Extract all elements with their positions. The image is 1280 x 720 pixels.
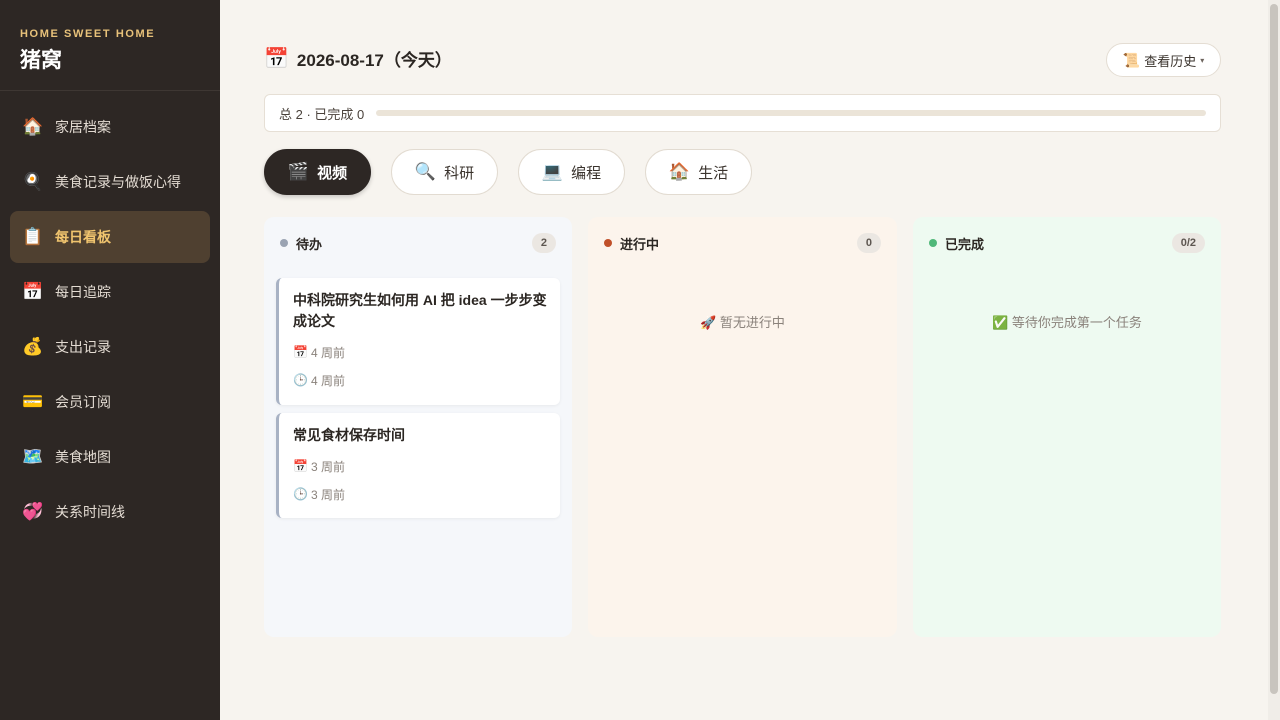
empty-state: ✅ 等待你完成第一个任务 <box>992 315 1142 330</box>
status-dot <box>604 239 612 247</box>
column-title: 已完成 <box>945 236 985 252</box>
tab-label: 编程 <box>571 164 602 182</box>
column-count-badge: 2 <box>531 233 556 253</box>
sidebar-item-daily-board[interactable]: 📋 每日看板 <box>10 211 210 263</box>
empty-state: 🚀 暂无进行中 <box>700 315 785 330</box>
calendar-icon: 📅 <box>293 345 308 359</box>
credit-card-icon: 💳 <box>22 392 44 411</box>
laptop-icon: 💻 <box>541 162 564 181</box>
task-created: 📅 3 周前 <box>293 458 548 474</box>
money-bag-icon: 💰 <box>22 337 44 356</box>
summary-bar: 总 2 · 已完成 0 <box>264 94 1221 132</box>
hearts-icon: 💞 <box>22 502 44 521</box>
brand-subtitle: HOME SWEET HOME <box>20 28 156 40</box>
column-title: 待办 <box>296 236 323 252</box>
calendar-icon: 📅 <box>293 459 308 473</box>
chevron-down-icon: ▾ <box>1200 55 1205 65</box>
column-done: 已完成 0/2 ✅ 等待你完成第一个任务 <box>913 217 1221 637</box>
sidebar-nav: 🏠 家居档案 🍳 美食记录与做饭心得 📋 每日看板 📅 每日追踪 💰 支出记录 … <box>0 91 220 538</box>
task-title: 常见食材保存时间 <box>293 427 405 443</box>
sidebar-item-food-notes[interactable]: 🍳 美食记录与做饭心得 <box>10 156 210 208</box>
sidebar-item-expenses[interactable]: 💰 支出记录 <box>10 321 210 373</box>
status-dot <box>929 239 937 247</box>
frying-pan-icon: 🍳 <box>22 172 44 191</box>
task-card[interactable]: 常见食材保存时间 📅 3 周前 🕒 3 周前 <box>276 413 560 518</box>
view-history-label: 查看历史 <box>1144 53 1197 69</box>
view-history-button[interactable]: 📜 查看历史 ▾ <box>1106 43 1221 77</box>
tab-video[interactable]: 🎬 视频 <box>264 149 371 195</box>
sidebar-item-food-map[interactable]: 🗺️ 美食地图 <box>10 431 210 483</box>
task-updated-text: 4 周前 <box>310 373 345 388</box>
tab-programming[interactable]: 💻 编程 <box>518 149 625 195</box>
scroll-icon: 📜 <box>1122 51 1141 68</box>
clipboard-icon: 📋 <box>22 227 44 246</box>
tab-research[interactable]: 🔍 科研 <box>391 149 498 195</box>
task-created-text: 4 周前 <box>310 345 345 360</box>
sidebar-item-label: 家居档案 <box>55 119 111 135</box>
task-updated-text: 3 周前 <box>310 487 345 502</box>
sidebar-item-subscriptions[interactable]: 💳 会员订阅 <box>10 376 210 428</box>
task-created-text: 3 周前 <box>310 459 345 474</box>
clapper-icon: 🎬 <box>287 162 310 181</box>
task-title: 中科院研究生如何用 AI 把 idea 一步步变成论文 <box>293 292 547 329</box>
column-title: 进行中 <box>620 236 660 252</box>
column-header: 待办 2 <box>280 231 556 255</box>
summary-text: 总 2 · 已完成 0 <box>279 106 365 122</box>
tab-label: 视频 <box>317 164 348 182</box>
tab-life[interactable]: 🏠 生活 <box>645 149 752 195</box>
tab-label: 生活 <box>698 164 729 182</box>
sidebar-item-label: 支出记录 <box>55 339 111 355</box>
sidebar-item-label: 美食记录与做饭心得 <box>55 174 181 190</box>
status-dot <box>280 239 288 247</box>
progress-bar <box>376 110 1206 116</box>
task-updated: 🕒 3 周前 <box>293 486 548 502</box>
sidebar-item-relationship-timeline[interactable]: 💞 关系时间线 <box>10 486 210 538</box>
scrollbar-thumb[interactable] <box>1270 4 1278 694</box>
sidebar: HOME SWEET HOME 猪窝 🏠 家居档案 🍳 美食记录与做饭心得 📋 … <box>0 0 220 720</box>
column-in-progress: 进行中 0 🚀 暂无进行中 <box>588 217 897 637</box>
task-card[interactable]: 中科院研究生如何用 AI 把 idea 一步步变成论文 📅 4 周前 🕒 4 周… <box>276 278 560 405</box>
sidebar-item-label: 会员订阅 <box>55 394 111 410</box>
sidebar-item-label: 每日追踪 <box>55 284 111 300</box>
brand: HOME SWEET HOME 猪窝 <box>0 0 220 91</box>
search-icon: 🔍 <box>414 162 437 181</box>
page-title: 2026-08-17（今天） <box>296 51 452 70</box>
column-header: 进行中 0 <box>604 231 881 255</box>
sidebar-item-home-profile[interactable]: 🏠 家居档案 <box>10 101 210 153</box>
sidebar-item-label: 美食地图 <box>55 449 111 465</box>
tab-label: 科研 <box>444 164 475 182</box>
page-header: 📅 2026-08-17（今天） <box>264 46 452 71</box>
column-count-badge: 0/2 <box>1171 233 1205 253</box>
sidebar-item-daily-tracking[interactable]: 📅 每日追踪 <box>10 266 210 318</box>
scrollbar[interactable] <box>1268 0 1280 720</box>
sidebar-item-label: 关系时间线 <box>55 504 125 520</box>
house-icon: 🏠 <box>668 162 691 181</box>
main-content: 📅 2026-08-17（今天） 📜 查看历史 ▾ 总 2 · 已完成 0 🎬 … <box>220 0 1280 720</box>
column-count-badge: 0 <box>856 233 881 253</box>
column-todo: 待办 2 中科院研究生如何用 AI 把 idea 一步步变成论文 📅 4 周前 … <box>264 217 572 637</box>
brand-title: 猪窝 <box>20 49 62 72</box>
category-tabs: 🎬 视频 🔍 科研 💻 编程 🏠 生活 <box>264 149 772 195</box>
task-created: 📅 4 周前 <box>293 344 548 360</box>
sidebar-item-label: 每日看板 <box>55 229 111 245</box>
house-icon: 🏠 <box>22 117 44 136</box>
task-updated: 🕒 4 周前 <box>293 372 548 388</box>
clock-icon: 🕒 <box>293 373 308 387</box>
map-icon: 🗺️ <box>22 447 44 466</box>
clock-icon: 🕒 <box>293 487 308 501</box>
calendar-icon: 📅 <box>264 48 289 70</box>
column-header: 已完成 0/2 <box>929 231 1205 255</box>
calendar-icon: 📅 <box>22 282 44 301</box>
